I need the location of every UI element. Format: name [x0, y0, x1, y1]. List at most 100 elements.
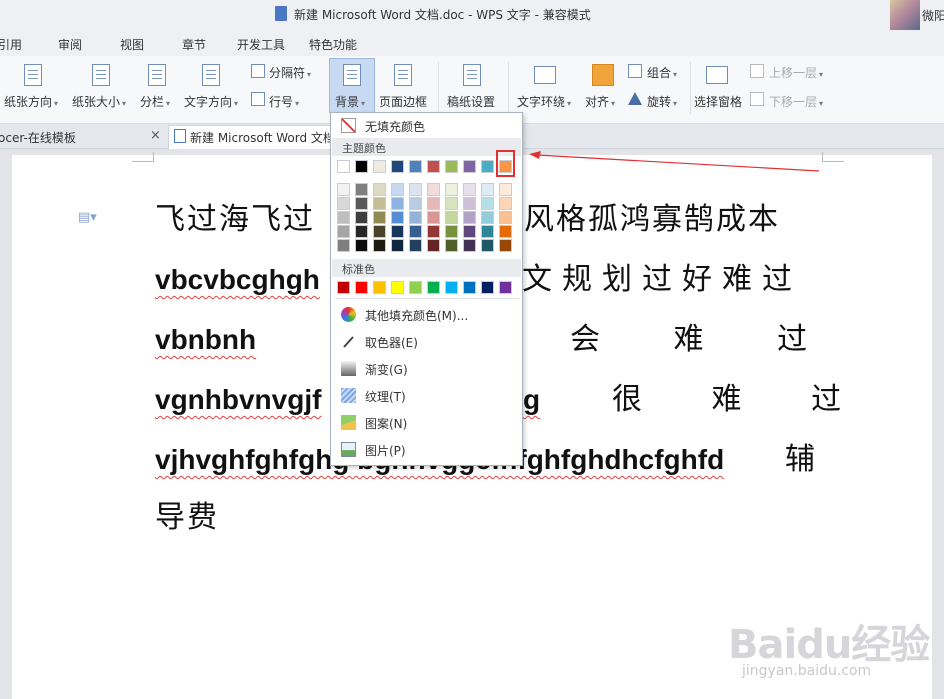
separator-button[interactable]: 分隔符 ▾: [269, 64, 311, 81]
tab-developer[interactable]: 开发工具: [237, 36, 285, 53]
send-backward-button[interactable]: 下移一层 ▾: [769, 93, 823, 110]
theme-color-swatch[interactable]: [445, 160, 458, 173]
picture-item[interactable]: 图片(P): [337, 439, 517, 461]
theme-shade-swatch[interactable]: [499, 225, 512, 238]
tab-view[interactable]: 视图: [120, 36, 144, 53]
standard-color-swatch[interactable]: [427, 281, 440, 294]
standard-color-swatch[interactable]: [499, 281, 512, 294]
theme-shade-swatch[interactable]: [373, 225, 386, 238]
rotate-button[interactable]: 旋转 ▾: [647, 93, 677, 110]
theme-shade-swatch[interactable]: [355, 225, 368, 238]
theme-shade-swatch[interactable]: [373, 183, 386, 196]
theme-shade-swatch[interactable]: [445, 211, 458, 224]
theme-shade-swatch[interactable]: [499, 183, 512, 196]
theme-color-swatch[interactable]: [427, 160, 440, 173]
theme-color-swatch[interactable]: [391, 160, 404, 173]
theme-shade-swatch[interactable]: [355, 183, 368, 196]
theme-shade-swatch[interactable]: [427, 239, 440, 252]
theme-shade-swatch[interactable]: [427, 225, 440, 238]
theme-shade-swatch[interactable]: [481, 197, 494, 210]
theme-shade-swatch[interactable]: [409, 211, 422, 224]
tab-review[interactable]: 审阅: [58, 36, 82, 53]
theme-shade-swatch[interactable]: [463, 225, 476, 238]
user-name[interactable]: 微阳: [922, 7, 944, 24]
theme-shade-swatch[interactable]: [481, 225, 494, 238]
theme-shade-swatch[interactable]: [391, 239, 404, 252]
document-line[interactable]: 风格孤鸿寡鹄成本: [524, 200, 780, 240]
theme-color-swatch[interactable]: [373, 160, 386, 173]
theme-shade-swatch[interactable]: [481, 211, 494, 224]
theme-color-swatch[interactable]: [409, 160, 422, 173]
texture-item[interactable]: 纹理(T): [337, 385, 517, 407]
theme-shade-swatch[interactable]: [355, 211, 368, 224]
theme-shade-swatch[interactable]: [409, 183, 422, 196]
theme-shade-swatch[interactable]: [391, 197, 404, 210]
document-line[interactable]: 很 难 过: [612, 380, 843, 420]
theme-shade-swatch[interactable]: [499, 239, 512, 252]
document-line[interactable]: 文规划过好难过: [522, 260, 802, 300]
standard-color-swatch[interactable]: [445, 281, 458, 294]
theme-shade-swatch[interactable]: [427, 197, 440, 210]
theme-shade-swatch[interactable]: [481, 183, 494, 196]
theme-color-swatch[interactable]: [463, 160, 476, 173]
theme-shade-swatch[interactable]: [373, 211, 386, 224]
theme-shade-swatch[interactable]: [355, 197, 368, 210]
theme-shade-swatch[interactable]: [391, 183, 404, 196]
theme-shade-swatch[interactable]: [355, 239, 368, 252]
theme-shade-swatch[interactable]: [337, 225, 350, 238]
standard-color-swatch[interactable]: [355, 281, 368, 294]
theme-color-swatch[interactable]: [355, 160, 368, 173]
line-number-button[interactable]: 行号 ▾: [269, 93, 299, 110]
theme-shade-swatch[interactable]: [481, 239, 494, 252]
theme-shade-swatch[interactable]: [337, 239, 350, 252]
document-line[interactable]: 辅: [785, 440, 817, 480]
page-border-button[interactable]: 页面边框: [379, 93, 427, 110]
document-line[interactable]: 导费: [155, 498, 219, 538]
paper-size-button[interactable]: 纸张大小 ▾: [72, 93, 126, 110]
gradient-item[interactable]: 渐变(G): [337, 358, 517, 380]
paragraph-icon[interactable]: ▤▾: [78, 210, 97, 225]
standard-color-swatch[interactable]: [337, 281, 350, 294]
theme-shade-swatch[interactable]: [499, 197, 512, 210]
avatar[interactable]: [890, 0, 920, 30]
close-tab-icon[interactable]: ×: [150, 128, 161, 143]
theme-shade-swatch[interactable]: [409, 239, 422, 252]
group-button[interactable]: 组合 ▾: [647, 64, 677, 81]
standard-color-swatch[interactable]: [409, 281, 422, 294]
theme-shade-swatch[interactable]: [391, 225, 404, 238]
document-line-tail[interactable]: g: [523, 380, 540, 420]
tab-special-features[interactable]: 特色功能: [309, 36, 357, 53]
theme-shade-swatch[interactable]: [445, 197, 458, 210]
background-button[interactable]: 背景 ▾: [335, 93, 365, 110]
theme-shade-swatch[interactable]: [445, 225, 458, 238]
no-fill-item[interactable]: 无填充颜色: [337, 115, 517, 137]
theme-shade-swatch[interactable]: [427, 183, 440, 196]
theme-shade-swatch[interactable]: [445, 183, 458, 196]
standard-color-swatch[interactable]: [481, 281, 494, 294]
theme-shade-swatch[interactable]: [463, 183, 476, 196]
document-line[interactable]: 飞过海飞过: [155, 200, 315, 240]
draft-setting-button[interactable]: 稿纸设置: [447, 93, 495, 110]
eyedropper-item[interactable]: 取色器(E): [337, 331, 517, 353]
columns-button[interactable]: 分栏 ▾: [140, 93, 170, 110]
paper-orientation-button[interactable]: 纸张方向 ▾: [4, 93, 58, 110]
theme-shade-swatch[interactable]: [427, 211, 440, 224]
theme-color-swatch[interactable]: [481, 160, 494, 173]
align-button[interactable]: 对齐 ▾: [585, 93, 615, 110]
standard-color-swatch[interactable]: [463, 281, 476, 294]
theme-shade-swatch[interactable]: [463, 239, 476, 252]
bring-forward-button[interactable]: 上移一层 ▾: [769, 64, 823, 81]
theme-shade-swatch[interactable]: [373, 197, 386, 210]
more-fill-colors-item[interactable]: 其他填充颜色(M)...: [337, 304, 517, 326]
document-line[interactable]: 会 难 过: [570, 320, 809, 360]
document-line[interactable]: vbcvbcghgh: [155, 260, 320, 300]
text-wrap-button[interactable]: 文字环绕 ▾: [517, 93, 571, 110]
tab-section[interactable]: 章节: [182, 36, 206, 53]
theme-shade-swatch[interactable]: [409, 225, 422, 238]
tab-references[interactable]: 引用: [0, 36, 22, 53]
theme-shade-swatch[interactable]: [337, 183, 350, 196]
doc-tab-current[interactable]: 新建 Microsoft Word 文档: [190, 129, 335, 146]
theme-shade-swatch[interactable]: [409, 197, 422, 210]
theme-shade-swatch[interactable]: [463, 211, 476, 224]
document-line[interactable]: vgnhbvnvgjf: [155, 380, 321, 420]
